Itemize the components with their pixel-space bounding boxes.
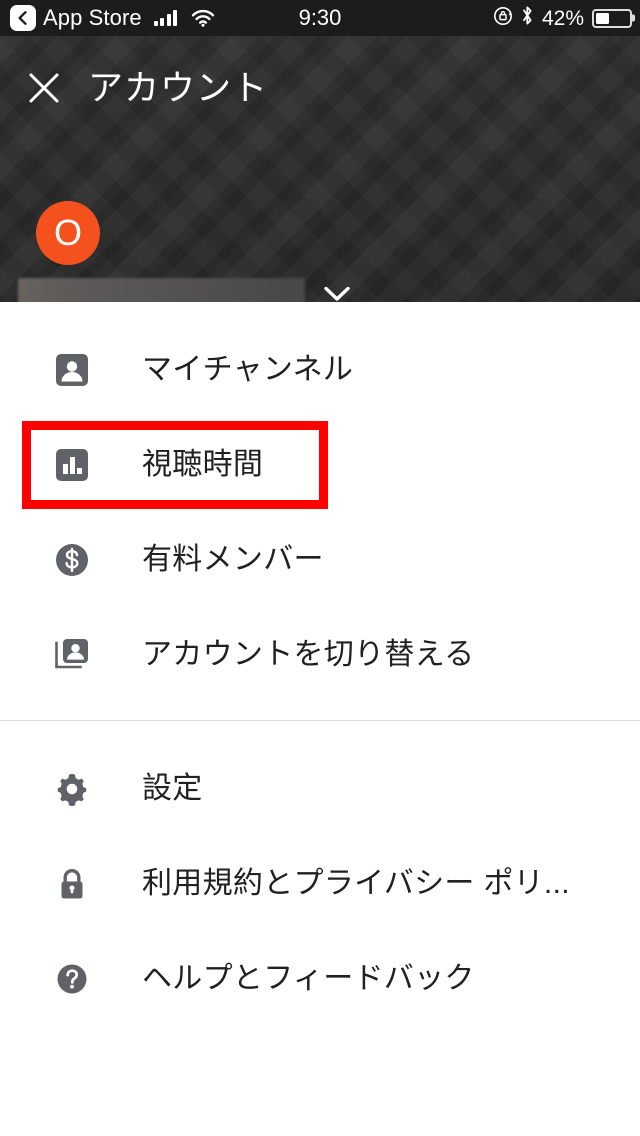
close-x-icon[interactable] [12, 56, 76, 120]
cellular-signal-icon [153, 10, 178, 26]
account-screen: App Store 9:30 42% アカウント O マイチャンネル 視聴時間 … [0, 0, 640, 1136]
carrier-label: App Store [43, 5, 142, 30]
menu-item-label: ヘルプとフィードバック [142, 961, 475, 995]
menu-group-spacer-2 [0, 721, 640, 741]
account-header: アカウント O [0, 36, 640, 302]
gear-icon [48, 765, 96, 813]
menu-item-switch-account[interactable]: アカウントを切り替える [0, 607, 640, 702]
rotation-lock-icon [493, 6, 513, 31]
avatar-initial: O [53, 212, 82, 253]
status-bar: App Store 9:30 42% [0, 0, 640, 36]
menu-item-label: 有料メンバー [142, 542, 324, 576]
status-bar-clock: 9:30 [298, 5, 342, 30]
wifi-icon [191, 9, 215, 27]
back-chevron-icon[interactable] [10, 5, 36, 31]
menu-item-watch-time[interactable]: 視聴時間 [0, 417, 640, 512]
menu-item-label: 利用規約とプライバシー ポリ... [142, 866, 570, 900]
chevron-down-icon[interactable] [317, 274, 357, 302]
avatar[interactable]: O [36, 201, 100, 265]
menu-item-my-channel[interactable]: マイチャンネル [0, 322, 640, 417]
bar-chart-icon [48, 441, 96, 489]
menu-item-paid-members[interactable]: 有料メンバー [0, 512, 640, 607]
menu-top-spacer [0, 302, 640, 322]
menu-item-label: 視聴時間 [142, 447, 264, 481]
menu-item-label: 設定 [142, 771, 203, 805]
battery-percent-label: 42% [541, 6, 584, 30]
person-card-icon [48, 346, 96, 394]
account-name-redacted [18, 277, 305, 302]
battery-icon [592, 8, 632, 28]
lock-icon [48, 860, 96, 908]
menu-item-terms-privacy[interactable]: 利用規約とプライバシー ポリ... [0, 836, 640, 931]
account-menu: マイチャンネル 視聴時間 有料メンバー アカウントを切り替える 設定 利用規約と… [0, 302, 640, 1026]
page-title: アカウント [88, 68, 269, 108]
menu-item-label: マイチャンネル [142, 352, 354, 386]
help-circle-icon [48, 955, 96, 1003]
switch-account-icon [48, 631, 96, 679]
menu-item-help-feedback[interactable]: ヘルプとフィードバック [0, 931, 640, 1026]
menu-group-spacer [0, 702, 640, 720]
account-name-row[interactable] [0, 274, 640, 302]
menu-item-settings[interactable]: 設定 [0, 741, 640, 836]
dollar-circle-icon [48, 536, 96, 584]
bluetooth-icon [521, 5, 534, 31]
header-title-row: アカウント [0, 50, 640, 126]
status-bar-left: App Store [0, 5, 215, 31]
status-bar-right: 42% [493, 0, 632, 36]
menu-item-label: アカウントを切り替える [142, 637, 475, 671]
